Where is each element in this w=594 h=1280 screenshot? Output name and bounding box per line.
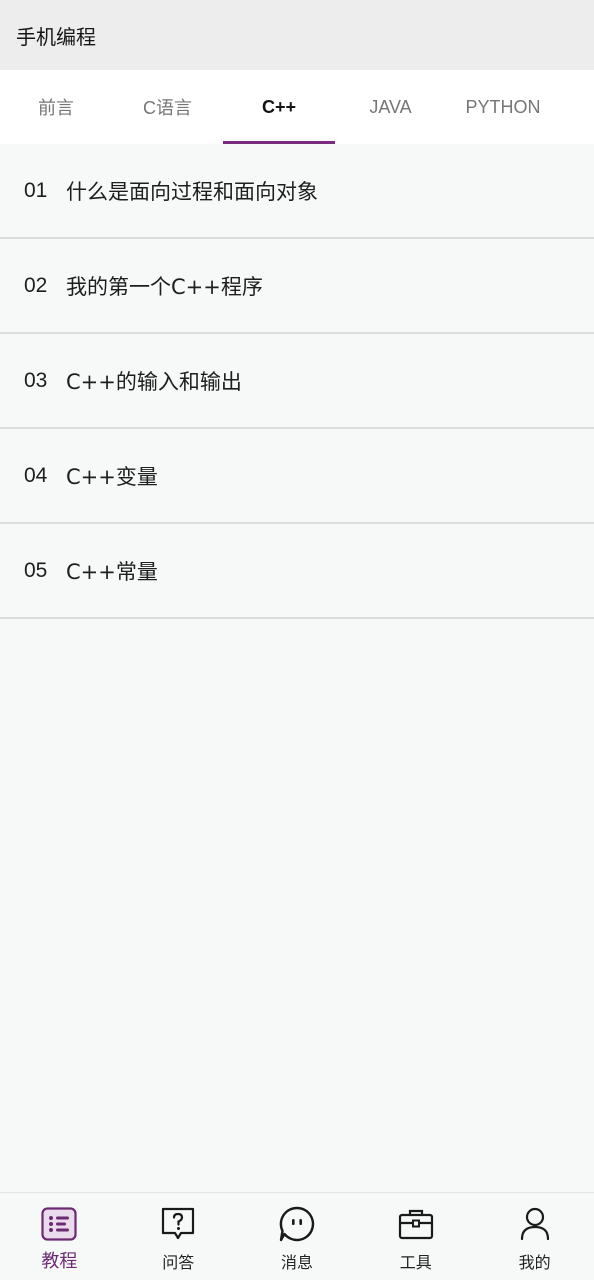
lesson-title: 我的第一个C++程序 (66, 274, 263, 299)
tab-preface[interactable]: 前言 (0, 70, 112, 144)
tab-java[interactable]: JAVA (335, 70, 446, 144)
list-item[interactable]: 02 我的第一个C++程序 (0, 239, 594, 334)
app-screen: 手机编程 前言 C语言 C++ JAVA PYTHON 01 什么是面向过程和面… (0, 0, 594, 1280)
app-title: 手机编程 (16, 24, 96, 49)
message-bubble-icon (278, 1205, 316, 1243)
lesson-number: 04 (24, 463, 48, 487)
lesson-title: 什么是面向过程和面向对象 (66, 179, 318, 204)
list-item[interactable]: 04 C++变量 (0, 429, 594, 524)
list-item[interactable]: 03 C++的输入和输出 (0, 334, 594, 429)
profile-person-icon (516, 1205, 554, 1243)
lesson-number: 03 (24, 368, 48, 392)
language-tabs: 前言 C语言 C++ JAVA PYTHON (0, 70, 594, 144)
bottom-navigation: 教程 问答 消息 工具 我的 (0, 1192, 594, 1280)
lesson-title: C++变量 (66, 464, 158, 489)
nav-tools[interactable]: 工具 (356, 1193, 475, 1280)
lesson-title: C++的输入和输出 (66, 369, 242, 394)
question-chat-icon (159, 1205, 197, 1243)
lesson-list: 01 什么是面向过程和面向对象 02 我的第一个C++程序 03 C++的输入和… (0, 144, 594, 619)
list-item[interactable]: 01 什么是面向过程和面向对象 (0, 144, 594, 239)
nav-label: 教程 (41, 1251, 78, 1272)
nav-label: 工具 (399, 1253, 432, 1272)
title-bar: 手机编程 (0, 0, 594, 70)
nav-messages[interactable]: 消息 (238, 1193, 357, 1280)
tab-c-language[interactable]: C语言 (112, 70, 223, 144)
toolbox-icon (397, 1205, 435, 1243)
tab-python[interactable]: PYTHON (446, 70, 560, 144)
lesson-number: 05 (24, 558, 48, 582)
lesson-title: C++常量 (66, 559, 158, 584)
nav-profile[interactable]: 我的 (475, 1193, 594, 1280)
nav-label: 问答 (162, 1253, 195, 1272)
nav-label: 我的 (518, 1253, 551, 1272)
tutorial-list-icon (40, 1205, 78, 1243)
lesson-number: 01 (24, 178, 48, 202)
lesson-number: 02 (24, 273, 48, 297)
nav-qa[interactable]: 问答 (119, 1193, 238, 1280)
list-item[interactable]: 05 C++常量 (0, 524, 594, 619)
nav-label: 消息 (280, 1253, 313, 1272)
nav-tutorial[interactable]: 教程 (0, 1193, 119, 1280)
tab-cpp[interactable]: C++ (223, 70, 335, 144)
